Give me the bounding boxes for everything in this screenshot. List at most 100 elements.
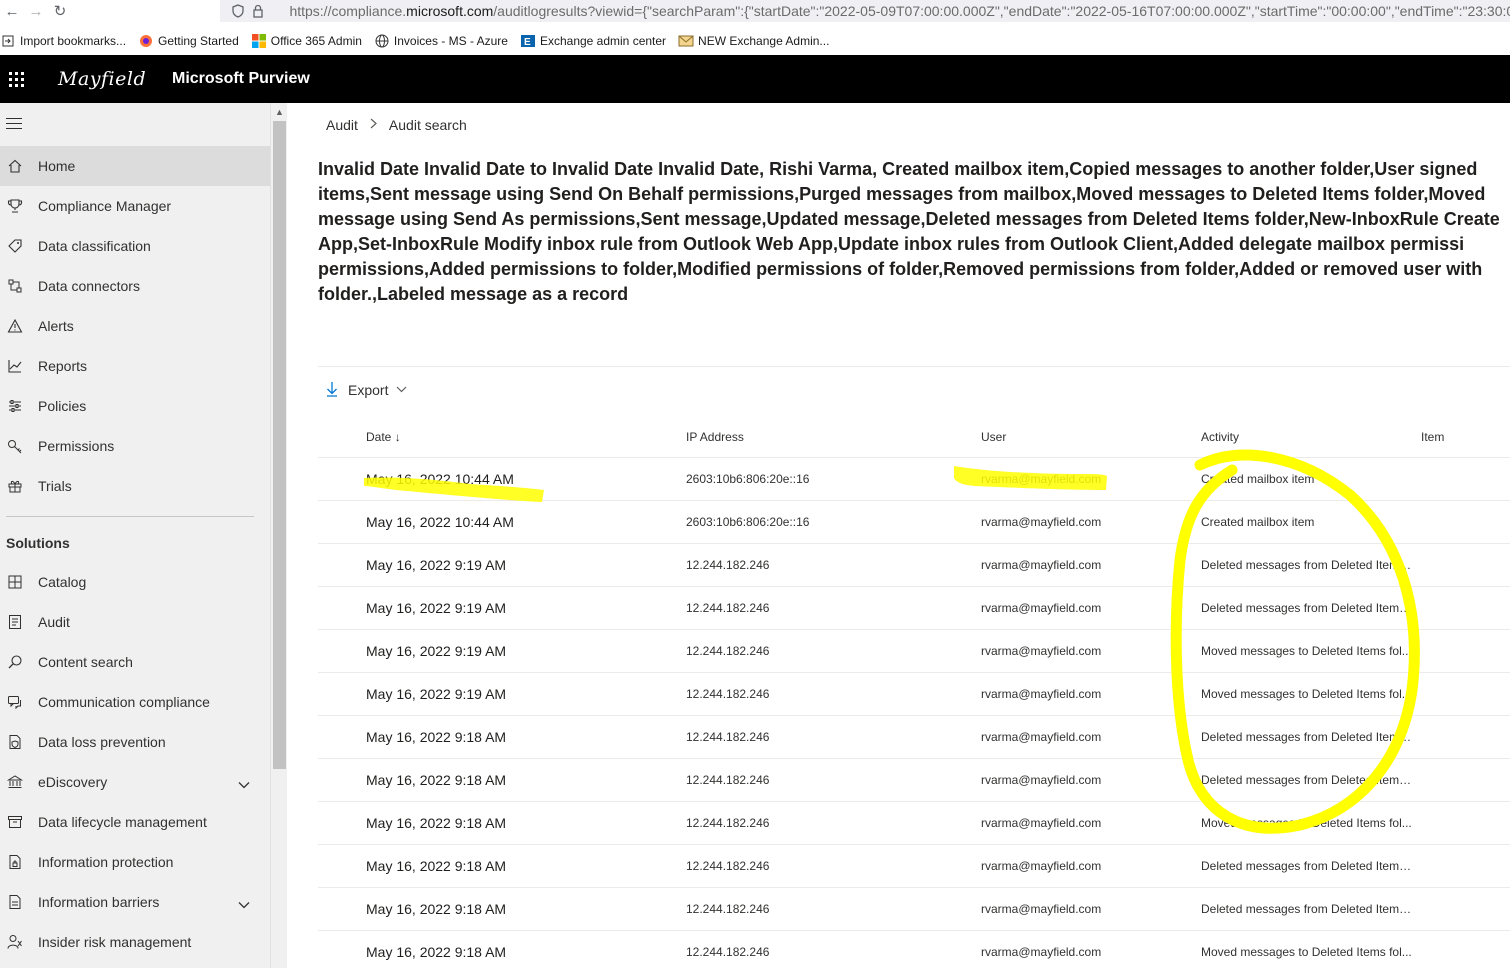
- sidebar-item-label: Data connectors: [38, 278, 140, 294]
- table-row[interactable]: May 16, 2022 9:18 AM 12.244.182.246 rvarma…: [318, 845, 1510, 888]
- table-row[interactable]: May 16, 2022 9:18 AM 12.244.182.246 rvarma…: [318, 802, 1510, 845]
- sidebar-item-insider-risk-management[interactable]: Insider risk management: [0, 922, 270, 962]
- sidebar-item-data-connectors[interactable]: Data connectors: [0, 266, 270, 306]
- cell-ip-address: 12.244.182.246: [686, 687, 770, 701]
- cell-ip-address: 12.244.182.246: [686, 945, 770, 959]
- exchange-icon: E: [520, 33, 536, 49]
- table-row[interactable]: May 16, 2022 9:19 AM 12.244.182.246 rvarma…: [318, 630, 1510, 673]
- hamburger-icon[interactable]: [6, 118, 22, 133]
- sidebar-item-label: Information barriers: [38, 894, 160, 910]
- sidebar-item-content-search[interactable]: Content search: [0, 642, 270, 682]
- chevron-down-icon[interactable]: [238, 896, 250, 909]
- cell-date: May 16, 2022 9:18 AM: [366, 772, 507, 788]
- column-header-activity[interactable]: Activity: [1201, 430, 1239, 444]
- export-button[interactable]: Export: [326, 380, 407, 400]
- app-launcher-icon[interactable]: [0, 55, 26, 103]
- envelope-icon: [678, 33, 694, 49]
- cell-date: May 16, 2022 9:18 AM: [366, 815, 507, 831]
- chevron-down-icon: [396, 385, 407, 396]
- bookmark-getting-started[interactable]: Getting Started: [138, 33, 239, 49]
- sidebar-item-home[interactable]: Home: [0, 146, 270, 186]
- lock-icon[interactable]: [248, 4, 268, 18]
- search-title: Invalid Date Invalid Date to Invalid Dat…: [318, 157, 1510, 307]
- app-title[interactable]: Microsoft Purview: [172, 70, 310, 88]
- table-row[interactable]: May 16, 2022 9:19 AM 12.244.182.246 rvarma…: [318, 544, 1510, 587]
- bookmark-exchange-admin[interactable]: E Exchange admin center: [520, 33, 666, 49]
- bookmark-import[interactable]: Import bookmarks...: [0, 33, 126, 49]
- cell-date: May 16, 2022 9:18 AM: [366, 729, 507, 745]
- nav-scrollbar[interactable]: ▲: [270, 103, 287, 968]
- svg-text:E: E: [524, 37, 531, 48]
- sidebar-item-label: eDiscovery: [38, 774, 108, 790]
- breadcrumb-audit-search: Audit search: [388, 117, 467, 133]
- scroll-thumb[interactable]: [273, 121, 286, 769]
- back-icon[interactable]: ←: [0, 0, 24, 22]
- microsoft-logo-icon: [251, 33, 267, 49]
- cell-activity: Deleted messages from Deleted Items ...: [1201, 558, 1413, 572]
- cell-ip-address: 2603:10b6:806:20e::16: [686, 515, 810, 529]
- search-title-line: App,Set-InboxRule Modify inbox rule from…: [318, 234, 1465, 254]
- cell-date: May 16, 2022 9:19 AM: [366, 686, 507, 702]
- reload-icon[interactable]: ↻: [48, 0, 72, 22]
- sliders-icon: [0, 386, 30, 426]
- sort-down-icon: ↓: [394, 430, 401, 444]
- sidebar-item-ediscovery[interactable]: eDiscovery: [0, 762, 270, 802]
- cell-date: May 16, 2022 9:18 AM: [366, 944, 507, 960]
- cell-activity: Moved messages to Deleted Items fol...: [1201, 945, 1412, 959]
- column-header-item[interactable]: Item: [1421, 430, 1444, 444]
- table-row[interactable]: May 16, 2022 9:18 AM 12.244.182.246 rvarma…: [318, 716, 1510, 759]
- section-divider: [318, 366, 1510, 367]
- table-row[interactable]: May 16, 2022 9:18 AM 12.244.182.246 rvarma…: [318, 931, 1510, 968]
- forward-icon[interactable]: →: [24, 0, 48, 22]
- sidebar-item-data-classification[interactable]: Data classification: [0, 226, 270, 266]
- cell-date: May 16, 2022 9:19 AM: [366, 643, 507, 659]
- sidebar-item-reports[interactable]: Reports: [0, 346, 270, 386]
- archive-icon: [0, 802, 30, 842]
- sidebar-item-data-loss-prevention[interactable]: Data loss prevention: [0, 722, 270, 762]
- column-header-date[interactable]: Date ↓: [366, 430, 401, 444]
- sidebar-item-communication-compliance[interactable]: Communication compliance: [0, 682, 270, 722]
- sidebar-item-label: Compliance Manager: [38, 198, 172, 214]
- cell-date: May 16, 2022 9:18 AM: [366, 901, 507, 917]
- cell-activity: Moved messages to Deleted Items fol...: [1201, 816, 1412, 830]
- connector-icon: [0, 266, 30, 306]
- sidebar-item-trials[interactable]: Trials: [0, 466, 270, 506]
- sidebar-item-audit[interactable]: Audit: [0, 602, 270, 642]
- url-text[interactable]: https://compliance.microsoft.com/auditlo…: [289, 3, 1510, 19]
- table-row[interactable]: May 16, 2022 9:19 AM 12.244.182.246 rvarma…: [318, 587, 1510, 630]
- bookmark-invoices[interactable]: Invoices - MS - Azure: [374, 33, 508, 49]
- column-header-user[interactable]: User: [981, 430, 1006, 444]
- sidebar-item-policies[interactable]: Policies: [0, 386, 270, 426]
- chevron-down-icon[interactable]: [238, 776, 250, 789]
- bookmark-office365-admin[interactable]: Office 365 Admin: [251, 33, 362, 49]
- table-row[interactable]: May 16, 2022 9:18 AM 12.244.182.246 rvarma…: [318, 888, 1510, 931]
- cell-ip-address: 2603:10b6:806:20e::16: [686, 472, 810, 486]
- table-row[interactable]: May 16, 2022 9:18 AM 12.244.182.246 rvarma…: [318, 759, 1510, 802]
- sidebar-item-information-barriers[interactable]: Information barriers: [0, 882, 270, 922]
- bookmark-new-exchange-admin[interactable]: NEW Exchange Admin...: [678, 33, 829, 49]
- sidebar-item-information-protection[interactable]: Information protection: [0, 842, 270, 882]
- breadcrumb: Audit Audit search: [326, 117, 467, 133]
- org-logo[interactable]: Mayfield: [58, 68, 148, 90]
- column-header-ip[interactable]: IP Address: [686, 430, 744, 444]
- table-row[interactable]: May 16, 2022 10:44 AM 2603:10b6:806:20e::…: [318, 458, 1510, 501]
- sidebar-item-permissions[interactable]: Permissions: [0, 426, 270, 466]
- key-icon: [0, 426, 30, 466]
- sidebar-item-catalog[interactable]: Catalog: [0, 562, 270, 602]
- sidebar-item-label: Alerts: [38, 318, 74, 334]
- cell-date: May 16, 2022 9:19 AM: [366, 600, 507, 616]
- scroll-up-icon[interactable]: ▲: [271, 103, 288, 121]
- cell-ip-address: 12.244.182.246: [686, 859, 770, 873]
- cell-user: rvarma@mayfield.com: [981, 558, 1102, 572]
- sidebar-item-compliance-manager[interactable]: Compliance Manager: [0, 186, 270, 226]
- breadcrumb-audit[interactable]: Audit: [326, 117, 358, 133]
- cell-activity: Deleted messages from Deleted Items ...: [1201, 601, 1413, 615]
- url-bar[interactable]: https://compliance.microsoft.com/auditlo…: [220, 0, 1510, 22]
- shield-icon[interactable]: [228, 4, 248, 18]
- sidebar-item-label: Home: [38, 158, 76, 174]
- sidebar-item-alerts[interactable]: Alerts: [0, 306, 270, 346]
- sidebar-item-data-lifecycle-management[interactable]: Data lifecycle management: [0, 802, 270, 842]
- table-row[interactable]: May 16, 2022 9:19 AM 12.244.182.246 rvarma…: [318, 673, 1510, 716]
- table-row[interactable]: May 16, 2022 10:44 AM 2603:10b6:806:20e::…: [318, 501, 1510, 544]
- chart-line-icon: [0, 346, 30, 386]
